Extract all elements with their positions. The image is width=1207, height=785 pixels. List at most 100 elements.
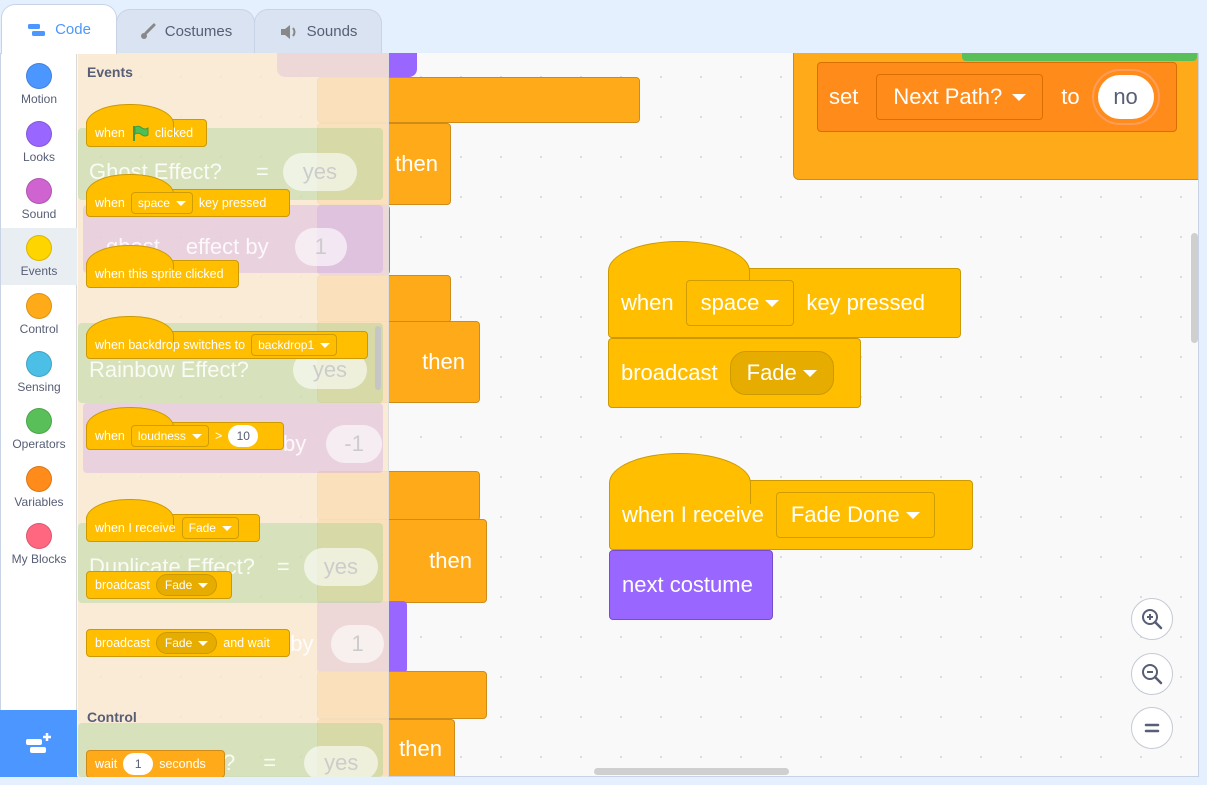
key-pressed-label: key pressed xyxy=(198,196,267,210)
category-label: Sound xyxy=(21,207,57,221)
chevron-down-icon xyxy=(221,525,232,531)
zoom-reset-button[interactable] xyxy=(1131,707,1173,749)
broadcast-message-dropdown[interactable]: Fade xyxy=(729,351,834,395)
zoom-reset-icon xyxy=(1144,723,1160,733)
eq-label: = xyxy=(255,159,269,184)
greater-than-label: > xyxy=(214,429,223,443)
ghost-text: by -1 xyxy=(283,425,382,463)
broadcast-message-dropdown[interactable]: Fade xyxy=(155,632,218,654)
when-sprite-clicked-label: when this sprite clicked xyxy=(95,267,224,281)
loudness-value-input[interactable]: 10 xyxy=(228,425,259,447)
broadcast-label: broadcast xyxy=(95,578,150,592)
events-color-dot xyxy=(26,235,52,261)
zoom-in-button[interactable] xyxy=(1131,598,1173,640)
horizontal-scrollbar[interactable] xyxy=(594,768,789,775)
when-i-receive-block[interactable]: when I receive Fade Done xyxy=(609,453,973,550)
category-label: Events xyxy=(20,264,58,278)
variable-dropdown[interactable]: Next Path? xyxy=(876,74,1044,120)
message-value: Fade xyxy=(746,360,797,385)
category-operators[interactable]: Operators xyxy=(1,401,77,458)
add-extension-icon xyxy=(25,732,51,753)
category-motion[interactable]: Motion xyxy=(1,56,77,113)
category-looks[interactable]: Looks xyxy=(1,114,77,171)
sound-color-dot xyxy=(26,178,52,204)
tab-costumes-label: Costumes xyxy=(164,23,233,40)
chevron-down-icon xyxy=(765,299,780,307)
next-costume-block[interactable]: next costume xyxy=(609,550,773,620)
broadcast-block[interactable]: broadcast Fade xyxy=(608,338,861,408)
variable-name: Next Path? xyxy=(893,84,1003,109)
tab-sounds[interactable]: Sounds xyxy=(254,9,382,53)
category-label: Looks xyxy=(22,150,56,164)
operators-color-dot xyxy=(26,408,52,434)
message-value: Fade xyxy=(188,521,216,535)
add-extension-button[interactable] xyxy=(0,710,77,777)
key-pressed-label: key pressed xyxy=(806,290,925,315)
broadcast-message-dropdown[interactable]: Fade xyxy=(155,574,218,596)
key-dropdown[interactable]: space xyxy=(130,192,193,214)
zoom-out-button[interactable] xyxy=(1131,653,1173,695)
category-control[interactable]: Control xyxy=(1,286,77,343)
category-menu: Motion Looks Sound Events Control Sensin… xyxy=(0,53,77,710)
code-icon xyxy=(28,23,46,36)
next-costume-label: next costume xyxy=(622,572,753,597)
vertical-scrollbar[interactable] xyxy=(1191,233,1198,343)
one-bubble: 1 xyxy=(331,625,384,663)
broadcast-and-wait-block[interactable]: broadcast Fade and wait xyxy=(86,629,290,657)
block-palette[interactable]: Ghost Effect?=yes ghosteffect by1 Rainbo… xyxy=(78,53,389,777)
category-my-blocks[interactable]: My Blocks xyxy=(1,516,77,573)
tab-code-label: Code xyxy=(55,21,91,38)
ghost-label: by xyxy=(283,431,307,456)
chevron-down-icon xyxy=(198,640,209,646)
key-value: space xyxy=(700,290,760,315)
sensor-dropdown[interactable]: loudness xyxy=(130,425,209,447)
backdrop-dropdown[interactable]: backdrop1 xyxy=(251,334,338,356)
motion-color-dot xyxy=(26,63,52,89)
then-label: then xyxy=(399,736,442,761)
zoom-in-icon xyxy=(1142,609,1163,630)
broadcast-label: broadcast xyxy=(621,360,718,385)
to-label: to xyxy=(1061,84,1080,109)
tab-costumes[interactable]: Costumes xyxy=(116,9,255,53)
when-key-pressed-block[interactable]: when space key pressed xyxy=(86,174,290,217)
key-value: space xyxy=(137,196,170,210)
key-dropdown[interactable]: space xyxy=(685,280,795,326)
when-loudness-block[interactable]: when loudness > 10 xyxy=(86,407,284,450)
seconds-label: seconds xyxy=(159,757,206,771)
broadcast-label: broadcast xyxy=(95,636,150,650)
flyout-scrollbar[interactable] xyxy=(375,326,381,390)
brush-icon xyxy=(140,23,156,39)
category-label: Variables xyxy=(14,495,64,509)
when-flag-clicked-block[interactable]: when clicked xyxy=(86,104,207,147)
neg-one-bubble: -1 xyxy=(326,425,382,463)
when-label: when xyxy=(95,126,125,140)
tab-code[interactable]: Code xyxy=(1,4,117,54)
yes-bubble: yes xyxy=(282,153,358,191)
broadcast-block[interactable]: broadcast Fade xyxy=(86,571,232,599)
effect-by-label: effect by xyxy=(185,234,269,259)
category-events[interactable]: Events xyxy=(1,228,77,285)
when-sprite-clicked-block[interactable]: when this sprite clicked xyxy=(86,245,239,288)
message-value: Fade xyxy=(164,636,193,650)
category-label: My Blocks xyxy=(11,552,67,566)
receive-message-dropdown[interactable]: Fade xyxy=(181,517,239,539)
category-label: Operators xyxy=(12,437,66,451)
message-value: Fade xyxy=(164,578,193,592)
wait-value-input[interactable]: 1 xyxy=(123,753,154,775)
yes-bubble: yes xyxy=(304,746,379,777)
when-backdrop-label: when backdrop switches to xyxy=(95,338,246,352)
backdrop-value: backdrop1 xyxy=(258,338,315,352)
receive-message-dropdown[interactable]: Fade Done xyxy=(775,492,935,538)
then-label: then xyxy=(429,548,472,573)
value-input[interactable]: no xyxy=(1091,69,1160,125)
set-variable-block[interactable]: set Next Path? to no xyxy=(817,62,1177,132)
wait-label: wait xyxy=(95,757,118,771)
category-variables[interactable]: Variables xyxy=(1,459,77,516)
category-sensing[interactable]: Sensing xyxy=(1,344,77,401)
when-key-pressed-block[interactable]: when space key pressed xyxy=(608,241,961,338)
category-sound[interactable]: Sound xyxy=(1,171,77,228)
looks-color-dot xyxy=(26,121,52,147)
when-i-receive-block[interactable]: when I receive Fade xyxy=(86,499,260,542)
wait-seconds-block[interactable]: wait 1 seconds xyxy=(86,750,225,777)
when-backdrop-switches-block[interactable]: when backdrop switches to backdrop1 xyxy=(86,316,368,359)
